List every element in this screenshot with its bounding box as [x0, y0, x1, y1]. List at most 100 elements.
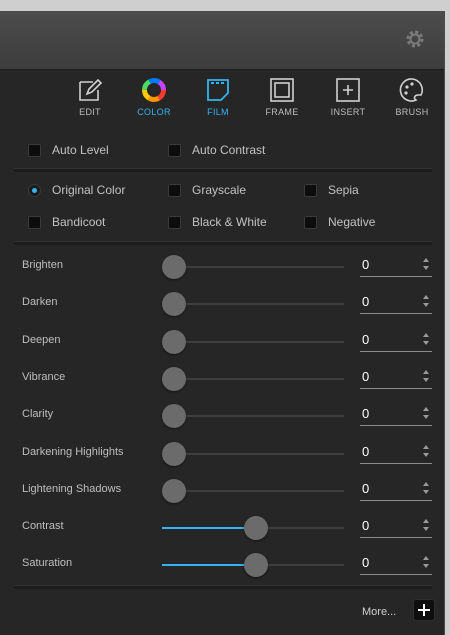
slider-fill — [162, 527, 257, 529]
checkbox[interactable] — [304, 216, 317, 229]
checkbox[interactable] — [168, 216, 181, 229]
adjustment-value-field[interactable]: 0 — [360, 366, 432, 389]
adjustment-slider[interactable] — [162, 292, 344, 316]
tab-brush-label: BRUSH — [395, 107, 429, 117]
adjustment-slider[interactable] — [162, 367, 344, 391]
title-bar — [0, 11, 444, 70]
checkbox[interactable] — [168, 144, 181, 157]
adjustment-value[interactable]: 0 — [362, 518, 369, 533]
adjustment-slider[interactable] — [162, 442, 344, 466]
divider — [14, 585, 432, 589]
tab-color-label: COLOR — [137, 107, 171, 117]
tab-edit-label: EDIT — [79, 107, 101, 117]
stepper-arrows-icon[interactable] — [422, 444, 430, 458]
film-icon — [207, 79, 229, 101]
adjustment-value[interactable]: 0 — [362, 294, 369, 309]
filter-label: Sepia — [328, 183, 359, 197]
slider-knob[interactable] — [162, 404, 186, 428]
adjustment-value-field[interactable]: 0 — [360, 515, 432, 538]
stepper-arrows-icon[interactable] — [422, 481, 430, 495]
tool-tabs: EDIT COLOR FILM FRAME INSERT BRUSH — [0, 73, 444, 133]
adjustment-value-field[interactable]: 0 — [360, 254, 432, 277]
frame-icon — [270, 78, 294, 102]
adjustment-value-field[interactable]: 0 — [360, 552, 432, 575]
filter-label: Original Color — [52, 183, 126, 197]
stepper-arrows-icon[interactable] — [422, 518, 430, 532]
adjustment-label: Saturation — [22, 557, 73, 569]
edit-icon — [79, 78, 103, 101]
filter-label: Negative — [328, 215, 376, 229]
divider — [14, 241, 432, 245]
adjustment-value[interactable]: 0 — [362, 481, 369, 496]
stepper-arrows-icon[interactable] — [422, 257, 430, 271]
adjustment-label: Deepen — [22, 334, 61, 346]
adjustment-slider[interactable] — [162, 553, 344, 577]
adjustment-value[interactable]: 0 — [362, 369, 369, 384]
adjustment-label: Darken — [22, 296, 58, 308]
adjustment-value[interactable]: 0 — [362, 406, 369, 421]
slider-knob[interactable] — [162, 330, 186, 354]
add-button[interactable] — [413, 599, 435, 621]
tab-edit[interactable]: EDIT — [58, 77, 122, 117]
stepper-arrows-icon[interactable] — [422, 332, 430, 346]
adjustment-value-field[interactable]: 0 — [360, 478, 432, 501]
tab-color[interactable]: COLOR — [122, 77, 186, 117]
radio-button[interactable] — [28, 184, 41, 197]
adjustment-value-field[interactable]: 0 — [360, 403, 432, 426]
brush-icon — [399, 78, 424, 102]
slider-knob[interactable] — [162, 479, 186, 503]
adjustment-label: Clarity — [22, 408, 54, 420]
checkbox[interactable] — [28, 144, 41, 157]
adjustment-slider[interactable] — [162, 404, 344, 428]
tab-frame[interactable]: FRAME — [250, 77, 314, 117]
adjustment-value-field[interactable]: 0 — [360, 329, 432, 352]
adjustment-label: Vibrance — [22, 371, 66, 383]
slider-knob[interactable] — [162, 292, 186, 316]
slider-knob[interactable] — [244, 516, 268, 540]
filter-label: Black & White — [192, 215, 267, 229]
plus-icon — [418, 604, 430, 616]
adjustment-value-field[interactable]: 0 — [360, 441, 432, 464]
slider-knob[interactable] — [244, 553, 268, 577]
checkbox[interactable] — [168, 184, 181, 197]
stepper-arrows-icon[interactable] — [422, 555, 430, 569]
adjustment-value[interactable]: 0 — [362, 257, 369, 272]
adjustment-value-field[interactable]: 0 — [360, 291, 432, 314]
filter-label: Grayscale — [192, 183, 247, 197]
adjustment-label: Lightening Shadows — [22, 483, 122, 495]
tab-insert[interactable]: INSERT — [316, 77, 380, 117]
adjustment-label: Contrast — [22, 520, 64, 532]
slider-fill — [162, 564, 257, 566]
stepper-arrows-icon[interactable] — [422, 406, 430, 420]
auto-level-label: Auto Level — [52, 143, 109, 157]
adjustment-value[interactable]: 0 — [362, 444, 369, 459]
tab-film-label: FILM — [207, 107, 229, 117]
adjustment-slider[interactable] — [162, 516, 344, 540]
adjustment-slider[interactable] — [162, 255, 344, 279]
adjustment-value[interactable]: 0 — [362, 332, 369, 347]
stepper-arrows-icon[interactable] — [422, 369, 430, 383]
tab-insert-label: INSERT — [330, 107, 366, 117]
adjustment-label: Brighten — [22, 259, 63, 271]
divider — [14, 168, 432, 172]
auto-contrast-label: Auto Contrast — [192, 143, 266, 157]
tab-brush[interactable]: BRUSH — [380, 77, 444, 117]
gear-icon[interactable] — [404, 28, 426, 50]
film-panel-window: EDIT COLOR FILM FRAME INSERT BRUSH Auto … — [0, 11, 445, 635]
more-label[interactable]: More... — [362, 606, 396, 618]
checkbox[interactable] — [28, 216, 41, 229]
slider-knob[interactable] — [162, 442, 186, 466]
insert-icon — [336, 78, 360, 102]
adjustment-slider[interactable] — [162, 330, 344, 354]
slider-knob[interactable] — [162, 255, 186, 279]
slider-knob[interactable] — [162, 367, 186, 391]
tab-frame-label: FRAME — [265, 107, 299, 117]
adjustment-slider[interactable] — [162, 479, 344, 503]
checkbox[interactable] — [304, 184, 317, 197]
stepper-arrows-icon[interactable] — [422, 294, 430, 308]
color-wheel-icon — [142, 78, 166, 102]
filter-label: Bandicoot — [52, 215, 106, 229]
adjustment-label: Darkening Highlights — [22, 446, 124, 458]
adjustment-value[interactable]: 0 — [362, 555, 369, 570]
tab-film[interactable]: FILM — [186, 77, 250, 117]
